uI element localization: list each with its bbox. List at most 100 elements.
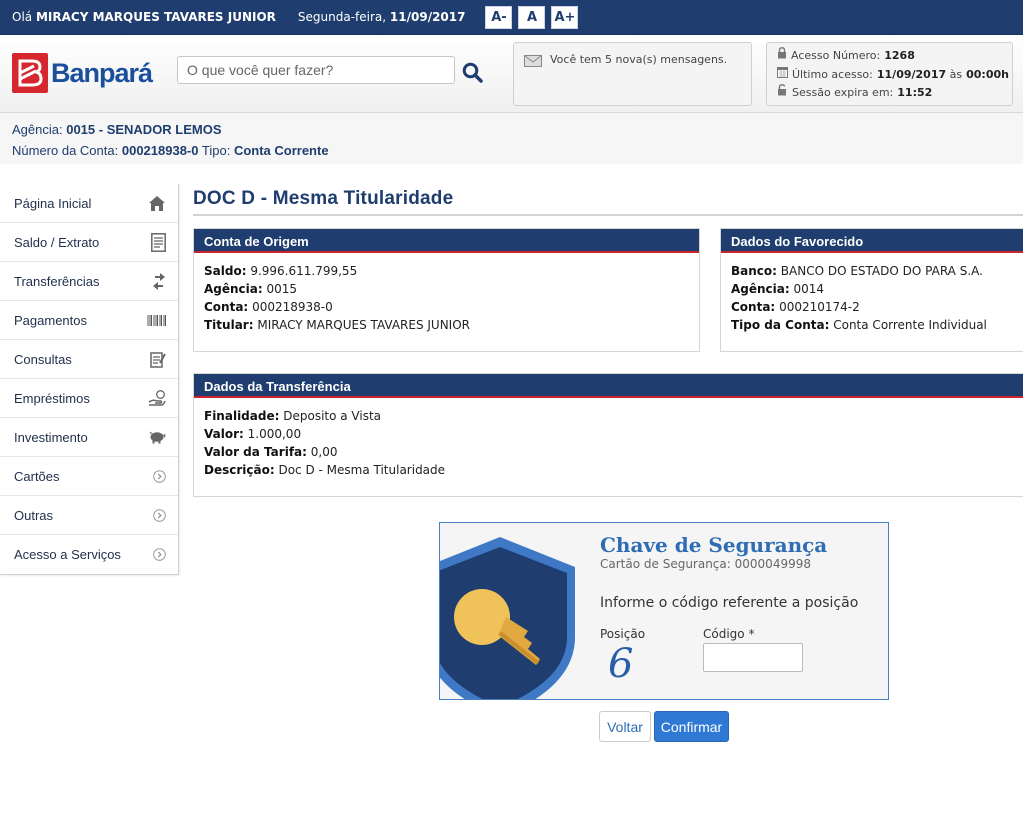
header: Banpará Você tem 5 nova(s) mensagens. Ac… — [0, 35, 1023, 113]
last-access-at: às — [949, 67, 963, 81]
descricao-row: Descrição: Doc D - Mesma Titularidade — [204, 461, 1014, 479]
session-info-box: Acesso Número: 1268 Último acesso: 11/09/2… — [766, 42, 1013, 106]
agencia-row: Agência: 0015 — [204, 280, 689, 298]
agency-value: 0015 - SENADOR LEMOS — [66, 122, 222, 137]
last-access-row: Último acesso: 11/09/2017 às 00:00h — [777, 66, 1012, 85]
conta-value: 000218938-0 — [252, 300, 333, 314]
agencia-value: 0015 — [266, 282, 298, 296]
account-type-value: Conta Corrente — [233, 143, 329, 158]
panel-heading: Dados da Transferência — [194, 374, 1023, 398]
security-card-info: Cartão de Segurança: 0000049998 — [600, 557, 811, 571]
session-expire-label: Sessão expira em: — [792, 86, 894, 99]
user-name: MIRACY MARQUES TAVARES JUNIOR — [35, 10, 276, 24]
field-label: Descrição: — [204, 463, 275, 477]
last-access-time: 00:00h — [966, 67, 1009, 81]
field-label: Conta: — [204, 300, 249, 314]
user-greeting: Olá MIRACY MARQUES TAVARES JUNIOR — [12, 10, 276, 24]
last-access-date: 11/09/2017 — [876, 67, 947, 81]
finalidade-row: Finalidade: Deposito a Vista — [204, 407, 1014, 425]
sidebar-item-label: Transferências — [14, 273, 100, 289]
session-expire-row: Sessão expira em: 11:52 — [777, 84, 1012, 103]
search-icon[interactable] — [462, 62, 483, 86]
search-input[interactable] — [177, 56, 455, 84]
agencia-value: 0014 — [793, 282, 825, 296]
finalidade-value: Deposito a Vista — [283, 409, 382, 423]
security-key-box: Chave de Segurança Cartão de Segurança: … — [439, 522, 889, 700]
session-expire-value: 11:52 — [897, 86, 933, 99]
hand-coin-icon — [148, 390, 166, 406]
field-label: Conta: — [731, 300, 776, 314]
date-value: 11/09/2017 — [389, 10, 466, 24]
sidebar-item-investimento[interactable]: Investimento — [0, 418, 178, 457]
security-code-input[interactable] — [703, 643, 803, 672]
agency-row: Agência: 0015 - SENADOR LEMOS — [12, 119, 1023, 140]
envelope-icon — [524, 55, 542, 70]
shield-key-icon — [440, 537, 580, 699]
banco-value: BANCO DO ESTADO DO PARA S.A. — [780, 264, 983, 278]
barcode-icon — [147, 314, 166, 326]
account-row: Número da Conta: 000218938-0 Tipo: Conta… — [12, 140, 1023, 161]
account-number-label: Número da Conta: — [12, 143, 119, 158]
beneficiary-panel: Dados do Favorecido Banco: BANCO DO ESTA… — [720, 228, 1023, 352]
access-number-row: Acesso Número: 1268 — [777, 47, 1012, 66]
page-title: DOC D - Mesma Titularidade — [193, 188, 454, 209]
field-label: Saldo: — [204, 264, 247, 278]
conta-value: 000210174-2 — [779, 300, 860, 314]
descricao-value: Doc D - Mesma Titularidade — [278, 463, 446, 477]
font-increase-button[interactable]: A+ — [551, 5, 579, 29]
tipo-conta-value: Conta Corrente Individual — [833, 318, 987, 332]
sidebar-item-label: Pagamentos — [14, 312, 87, 328]
saldo-row: Saldo: 9.996.611.799,55 — [204, 262, 689, 280]
top-bar: Olá MIRACY MARQUES TAVARES JUNIOR Segund… — [0, 0, 1023, 35]
font-reset-button[interactable]: A — [518, 5, 546, 29]
panel-heading: Dados do Favorecido — [721, 229, 1023, 253]
sidebar-item-label: Acesso a Serviços — [14, 547, 121, 562]
back-button[interactable]: Voltar — [599, 711, 651, 742]
access-number-label: Acesso Número: — [791, 49, 881, 62]
tarifa-row: Valor da Tarifa: 0,00 — [204, 443, 1014, 461]
lock-icon — [777, 47, 791, 66]
sidebar-item-label: Cartões — [14, 468, 60, 484]
sidebar-item-pagamentos[interactable]: Pagamentos — [0, 301, 178, 340]
account-type-label: Tipo: — [201, 143, 231, 158]
confirm-button[interactable]: Confirmar — [654, 711, 729, 742]
position-value: 6 — [608, 641, 634, 687]
panel-heading: Conta de Origem — [194, 229, 699, 253]
sidebar-item-saldo-extrato[interactable]: Saldo / Extrato — [0, 223, 178, 262]
sidebar-item-label: Outras — [14, 507, 54, 523]
sidebar-item-label: Consultas — [14, 351, 72, 367]
valor-row: Valor: 1.000,00 — [204, 425, 1014, 443]
sidebar-item-emprestimos[interactable]: Empréstimos — [0, 379, 178, 418]
agencia-row: Agência: 0014 — [731, 280, 1014, 298]
sidebar-item-outras[interactable]: Outras — [0, 496, 178, 535]
account-number-value: 000218938-0 — [121, 143, 199, 158]
sidebar-item-pagina-inicial[interactable]: Página Inicial — [0, 184, 178, 223]
agency-label: Agência: — [12, 122, 63, 137]
sidebar-item-cartoes[interactable]: Cartões — [0, 457, 178, 496]
valor-value: 1.000,00 — [247, 427, 302, 441]
panel-body: Banco: BANCO DO ESTADO DO PARA S.A. Agên… — [721, 253, 1023, 343]
security-instruction: Informe o código referente a posição — [600, 595, 859, 611]
banco-row: Banco: BANCO DO ESTADO DO PARA S.A. — [731, 262, 1014, 280]
panel-body: Saldo: 9.996.611.799,55 Agência: 0015 Co… — [194, 253, 699, 343]
sidebar-item-consultas[interactable]: Consultas — [0, 340, 178, 379]
banpara-logo[interactable]: Banpará — [12, 53, 153, 93]
sidebar-item-label: Empréstimos — [14, 390, 90, 406]
messages-text: Você tem 5 nova(s) mensagens. — [550, 53, 728, 66]
font-decrease-button[interactable]: A- — [485, 5, 513, 29]
field-label: Agência: — [204, 282, 263, 296]
current-date: Segunda-feira, 11/09/2017 — [298, 10, 466, 24]
calendar-icon — [777, 66, 792, 85]
banpara-logo-text: Banpará — [51, 57, 153, 88]
sidebar-item-transferencias[interactable]: Transferências — [0, 262, 178, 301]
sidebar-item-acesso-servicos[interactable]: Acesso a Serviços — [0, 535, 178, 574]
last-access-label: Último acesso: — [792, 67, 873, 81]
weekday: Segunda-feira, — [297, 10, 387, 24]
saldo-value: 9.996.611.799,55 — [250, 264, 358, 278]
tipo-conta-row: Tipo da Conta: Conta Corrente Individual — [731, 316, 1014, 334]
field-label: Valor da Tarifa: — [204, 445, 307, 459]
conta-row: Conta: 000210174-2 — [731, 298, 1014, 316]
banpara-logo-mark — [12, 53, 48, 93]
transfer-details-panel: Dados da Transferência Finalidade: Depos… — [193, 373, 1023, 497]
messages-box[interactable]: Você tem 5 nova(s) mensagens. — [513, 42, 752, 106]
